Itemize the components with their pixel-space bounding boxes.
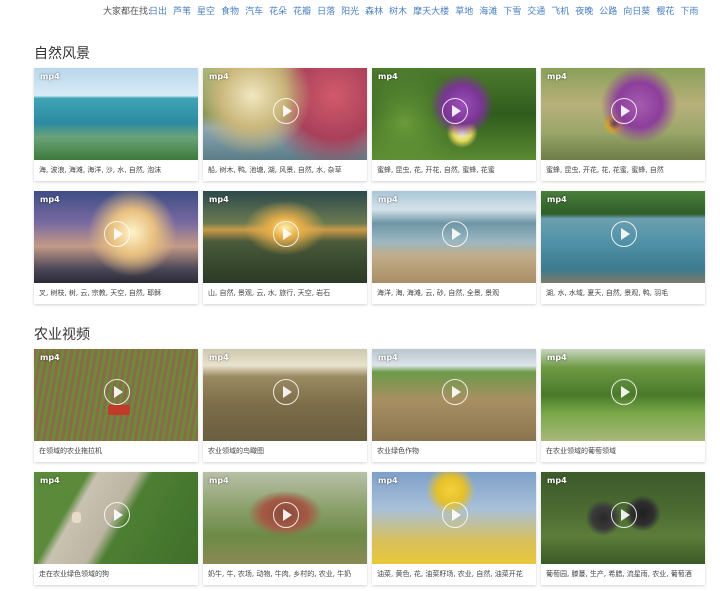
search-tag[interactable]: 阳光 — [341, 4, 359, 17]
format-badge: mp4 — [40, 353, 60, 362]
video-card[interactable]: mp4 蜜蜂, 昆虫, 开花, 花, 花蜜, 蜜蜂, 自然 — [541, 68, 705, 181]
video-card[interactable]: mp4 油菜, 黄色, 花, 油菜籽场, 农业, 自然, 油菜开花 — [372, 472, 536, 585]
search-tag[interactable]: 夜晚 — [575, 4, 593, 17]
video-thumbnail[interactable] — [34, 68, 198, 160]
search-tag[interactable]: 樱花 — [656, 4, 674, 17]
video-caption: 在农业领域的葡萄领域 — [546, 447, 616, 455]
section-title-nature: 自然风景 — [34, 46, 90, 62]
format-badge: mp4 — [40, 195, 60, 204]
video-card[interactable]: mp4 走在农业绿色领域的狗 — [34, 472, 198, 585]
video-caption: 蜜蜂, 昆虫, 开花, 花, 花蜜, 蜜蜂, 自然 — [546, 166, 664, 174]
section-title-agriculture: 农业视频 — [34, 327, 90, 343]
video-caption: 海, 波浪, 海滩, 海洋, 沙, 水, 自然, 泡沫 — [39, 166, 162, 174]
search-tag[interactable]: 日落 — [317, 4, 335, 17]
video-card[interactable]: mp4 湖, 水, 水域, 夏天, 自然, 景观, 鸭, 羽毛 — [541, 191, 705, 304]
search-tag[interactable]: 星空 — [197, 4, 215, 17]
format-badge: mp4 — [547, 195, 567, 204]
popular-searches-label: 大家都在找: — [103, 7, 152, 17]
play-icon[interactable] — [442, 379, 468, 405]
format-badge: mp4 — [378, 72, 398, 81]
play-icon[interactable] — [442, 502, 468, 528]
video-card[interactable]: mp4 海洋, 海, 海滩, 云, 砂, 自然, 全景, 景观 — [372, 191, 536, 304]
format-badge: mp4 — [209, 72, 229, 81]
search-tag[interactable]: 摩天大楼 — [413, 4, 449, 17]
video-card[interactable]: mp4 叉, 树枝, 树, 云, 宗教, 天空, 自然, 耶稣 — [34, 191, 198, 304]
play-icon[interactable] — [611, 379, 637, 405]
video-card[interactable]: mp4 山, 自然, 景观, 云, 水, 旅行, 天空, 岩石 — [203, 191, 367, 304]
search-tag[interactable]: 交通 — [527, 4, 545, 17]
video-caption: 湖, 水, 水域, 夏天, 自然, 景观, 鸭, 羽毛 — [546, 289, 669, 297]
search-tag[interactable]: 海滩 — [479, 4, 497, 17]
search-tag[interactable]: 花朵 — [269, 4, 287, 17]
popular-searches-bar: 大家都在找: 日出 芦苇 星空 食物 汽车 花朵 花瓣 日落 阳光 森林 树木 … — [0, 4, 720, 18]
search-tag[interactable]: 草地 — [455, 4, 473, 17]
format-badge: mp4 — [209, 476, 229, 485]
search-tag[interactable]: 芦苇 — [173, 4, 191, 17]
format-badge: mp4 — [547, 72, 567, 81]
video-card[interactable]: mp4 在农业领域的葡萄领域 — [541, 349, 705, 462]
video-caption: 走在农业绿色领域的狗 — [39, 570, 109, 578]
video-card[interactable]: mp4 农业绿色作物 — [372, 349, 536, 462]
format-badge: mp4 — [547, 353, 567, 362]
search-tag[interactable]: 日出 — [149, 4, 167, 17]
format-badge: mp4 — [209, 195, 229, 204]
video-card[interactable]: mp4 在领域的农业拖拉机 — [34, 349, 198, 462]
play-icon[interactable] — [273, 221, 299, 247]
video-card[interactable]: mp4 蜜蜂, 昆虫, 花, 开花, 自然, 蜜蜂, 花蜜 — [372, 68, 536, 181]
search-tag[interactable]: 公路 — [599, 4, 617, 17]
video-card[interactable]: mp4 农业领域的鸟瞰图 — [203, 349, 367, 462]
play-icon[interactable] — [273, 98, 299, 124]
play-icon[interactable] — [273, 379, 299, 405]
format-badge: mp4 — [40, 72, 60, 81]
video-card[interactable]: mp4 葡萄园, 滕蔓, 生产, 希腊, 流星雨, 农业, 葡萄酒 — [541, 472, 705, 585]
video-caption: 船, 树木, 鸭, 池塘, 湖, 风景, 自然, 水, 杂草 — [208, 166, 342, 174]
format-badge: mp4 — [209, 353, 229, 362]
play-icon[interactable] — [442, 98, 468, 124]
search-tag[interactable]: 下雨 — [680, 4, 698, 17]
search-tag[interactable]: 食物 — [221, 4, 239, 17]
format-badge: mp4 — [547, 476, 567, 485]
video-caption: 农业绿色作物 — [377, 447, 419, 455]
format-badge: mp4 — [378, 353, 398, 362]
search-tag[interactable]: 树木 — [389, 4, 407, 17]
play-icon[interactable] — [611, 221, 637, 247]
format-badge: mp4 — [378, 195, 398, 204]
video-caption: 在领域的农业拖拉机 — [39, 447, 102, 455]
video-card[interactable]: mp4 奶牛, 牛, 农场, 动物, 牛肉, 乡村的, 农业, 牛奶 — [203, 472, 367, 585]
video-caption: 油菜, 黄色, 花, 油菜籽场, 农业, 自然, 油菜开花 — [377, 570, 523, 578]
video-caption: 海洋, 海, 海滩, 云, 砂, 自然, 全景, 景观 — [377, 289, 500, 297]
search-tag[interactable]: 下雪 — [503, 4, 521, 17]
popular-searches-list: 日出 芦苇 星空 食物 汽车 花朵 花瓣 日落 阳光 森林 树木 摩天大楼 草地… — [149, 4, 704, 17]
search-tag[interactable]: 向日葵 — [623, 4, 650, 17]
search-tag[interactable]: 汽车 — [245, 4, 263, 17]
video-caption: 奶牛, 牛, 农场, 动物, 牛肉, 乡村的, 农业, 牛奶 — [208, 570, 352, 578]
format-badge: mp4 — [378, 476, 398, 485]
play-icon[interactable] — [611, 98, 637, 124]
video-caption: 山, 自然, 景观, 云, 水, 旅行, 天空, 岩石 — [208, 289, 331, 297]
search-tag[interactable]: 飞机 — [551, 4, 569, 17]
video-card[interactable]: mp4 船, 树木, 鸭, 池塘, 湖, 风景, 自然, 水, 杂草 — [203, 68, 367, 181]
video-caption: 葡萄园, 滕蔓, 生产, 希腊, 流星雨, 农业, 葡萄酒 — [546, 570, 692, 578]
search-tag[interactable]: 花瓣 — [293, 4, 311, 17]
play-icon[interactable] — [104, 221, 130, 247]
play-icon[interactable] — [104, 502, 130, 528]
play-icon[interactable] — [273, 502, 299, 528]
video-caption: 农业领域的鸟瞰图 — [208, 447, 264, 455]
video-card[interactable]: mp4 海, 波浪, 海滩, 海洋, 沙, 水, 自然, 泡沫 — [34, 68, 198, 181]
play-icon[interactable] — [611, 502, 637, 528]
format-badge: mp4 — [40, 476, 60, 485]
video-caption: 蜜蜂, 昆虫, 花, 开花, 自然, 蜜蜂, 花蜜 — [377, 166, 495, 174]
video-caption: 叉, 树枝, 树, 云, 宗教, 天空, 自然, 耶稣 — [39, 289, 162, 297]
play-icon[interactable] — [104, 379, 130, 405]
play-icon[interactable] — [442, 221, 468, 247]
search-tag[interactable]: 森林 — [365, 4, 383, 17]
